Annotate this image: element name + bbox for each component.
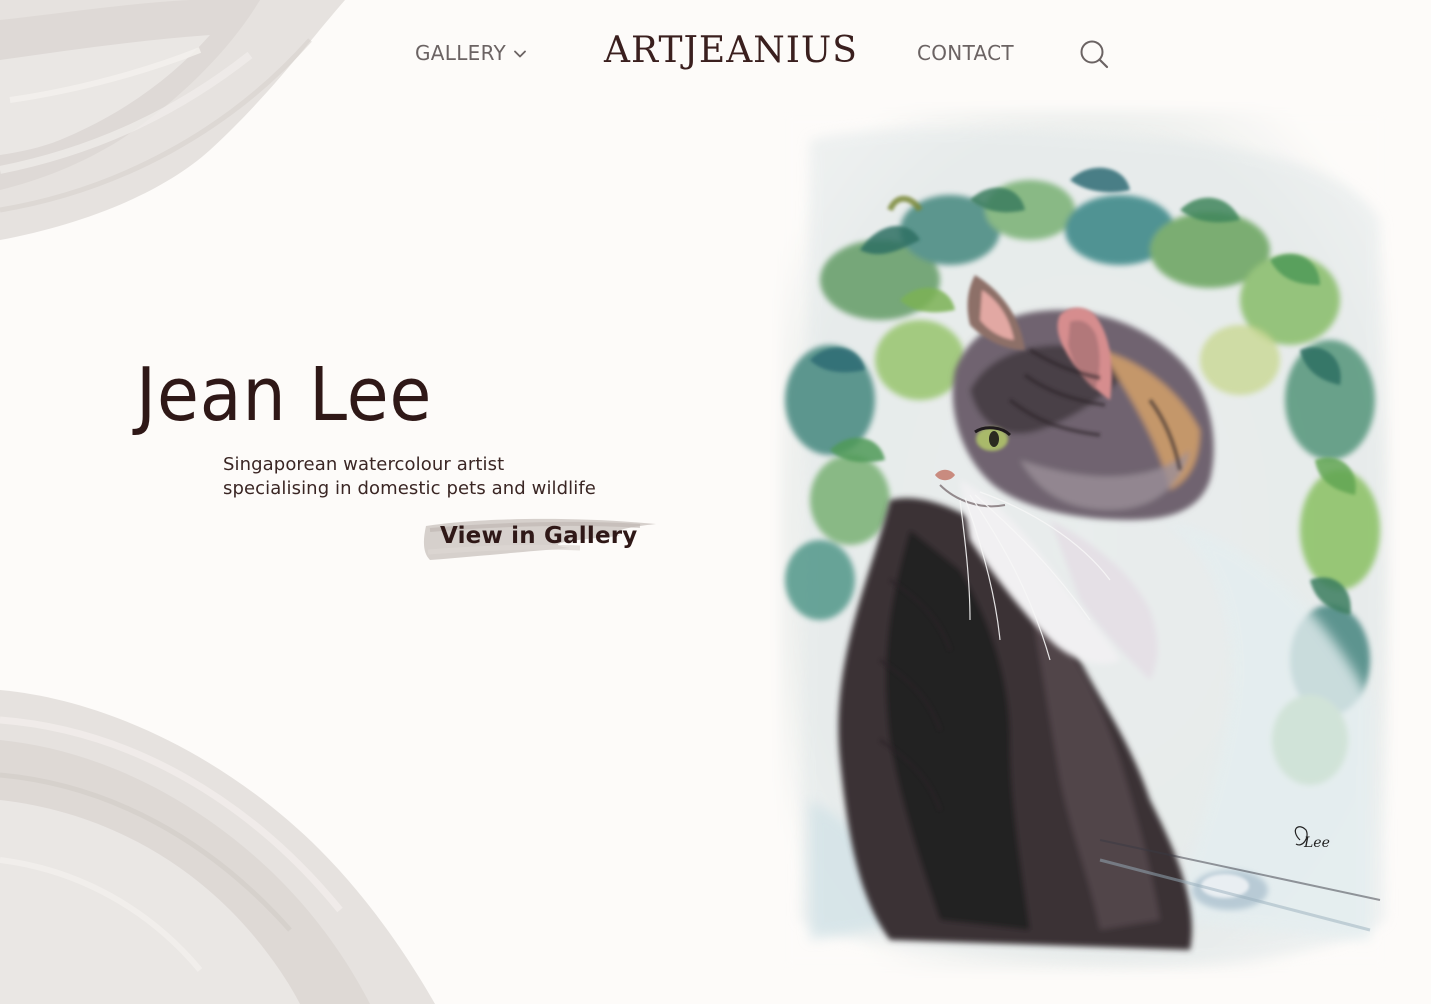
artist-signature-text: Lee xyxy=(1303,835,1330,851)
brand-logo[interactable]: ARTJEANIUS xyxy=(604,28,857,74)
hero-subtitle-line-1: Singaporean watercolour artist xyxy=(223,454,505,475)
hero-title: Jean Lee xyxy=(136,352,433,438)
nav-gallery-label: GALLERY xyxy=(415,41,507,65)
featured-cat-painting: Lee xyxy=(780,110,1390,970)
search-button[interactable] xyxy=(1078,38,1110,70)
hero-subtitle-line-2: specialising in domestic pets and wildli… xyxy=(223,478,596,499)
chevron-down-icon xyxy=(514,50,526,58)
top-navigation: GALLERY ARTJEANIUS CONTACT xyxy=(0,0,1431,110)
view-in-gallery-label: View in Gallery xyxy=(440,523,638,549)
hero-subtitle: Singaporean watercolour artist specialis… xyxy=(223,453,643,501)
nav-contact-link[interactable]: CONTACT xyxy=(917,40,1014,66)
nav-gallery-dropdown[interactable]: GALLERY xyxy=(415,40,526,66)
view-in-gallery-button[interactable]: View in Gallery xyxy=(420,514,660,566)
search-icon xyxy=(1080,40,1109,69)
decorative-brush-stroke-bottom xyxy=(0,690,435,1004)
